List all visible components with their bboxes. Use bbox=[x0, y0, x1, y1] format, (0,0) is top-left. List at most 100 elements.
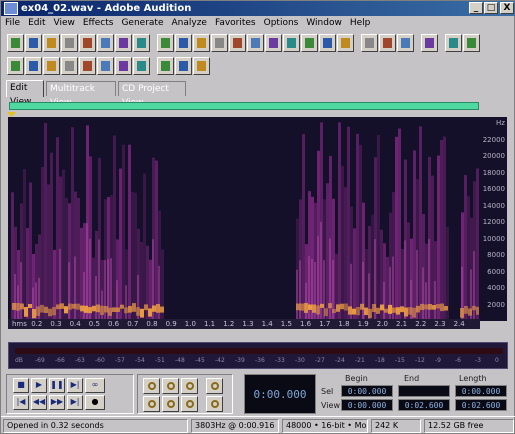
menu-generate[interactable]: Generate bbox=[117, 16, 167, 30]
paste-button[interactable] bbox=[229, 34, 246, 52]
time-ruler[interactable]: hms 0.2 0.3 0.4 0.5 0.6 0.7 0.8 0.9 1.0 1.1 1.2 1.3 1… bbox=[8, 319, 480, 329]
fade-icon bbox=[101, 61, 110, 71]
zoom-out-vertical-button[interactable] bbox=[181, 396, 198, 412]
maximize-button[interactable]: □ bbox=[484, 2, 498, 14]
view-begin-field[interactable]: 0:00.000 bbox=[341, 399, 393, 411]
repeat-button[interactable] bbox=[43, 57, 60, 75]
zoom-to-right-button[interactable] bbox=[206, 396, 223, 412]
overview-bar[interactable] bbox=[9, 102, 479, 110]
zoom-to-left-button[interactable] bbox=[206, 378, 223, 394]
trim-button[interactable] bbox=[283, 34, 300, 52]
time-tick-label: 0.8 bbox=[146, 320, 158, 328]
zoom-controls bbox=[137, 374, 233, 414]
marquee-button[interactable] bbox=[463, 34, 480, 52]
open-append-button[interactable] bbox=[79, 34, 96, 52]
sel-length-field[interactable]: 0:00.000 bbox=[455, 385, 507, 397]
metronome-button[interactable] bbox=[379, 34, 396, 52]
fast-forward-button[interactable]: ▶▶ bbox=[49, 395, 65, 410]
meter-tick-label: -66 bbox=[55, 357, 65, 364]
list-button[interactable] bbox=[397, 34, 414, 52]
transport-controls: ■ ▶ ❚❚ ▶| ∞ |◀ ◀◀ ▶▶ ▶| ● bbox=[6, 374, 134, 414]
cut-button[interactable] bbox=[193, 34, 210, 52]
stop-button[interactable]: ■ bbox=[13, 378, 29, 393]
menu-view[interactable]: View bbox=[50, 16, 79, 30]
minimize-button[interactable]: _ bbox=[469, 2, 483, 14]
amplify-button[interactable] bbox=[61, 57, 78, 75]
time-tick-label: 2.1 bbox=[396, 320, 408, 328]
spectral-button[interactable] bbox=[319, 34, 336, 52]
waveform-button[interactable] bbox=[337, 34, 354, 52]
zoom-to-selection-button[interactable] bbox=[143, 396, 160, 412]
tab-edit-view[interactable]: Edit View bbox=[6, 80, 44, 107]
pause-button[interactable]: ❚❚ bbox=[49, 378, 65, 393]
tab-multitrack-view[interactable]: Multitrack View bbox=[46, 81, 116, 108]
multitrack-button[interactable] bbox=[25, 34, 42, 52]
go-to-end-button[interactable]: ▶| bbox=[67, 395, 83, 410]
undo-button[interactable] bbox=[157, 34, 174, 52]
save-button[interactable] bbox=[97, 34, 114, 52]
fade-button[interactable] bbox=[97, 57, 114, 75]
sel-end-field[interactable] bbox=[398, 385, 450, 397]
script-icon bbox=[29, 61, 38, 71]
time-tick-label: 1.8 bbox=[338, 320, 350, 328]
help-button[interactable] bbox=[193, 57, 210, 75]
metronome-icon bbox=[383, 38, 392, 48]
menu-options[interactable]: Options bbox=[260, 16, 303, 30]
meter-tick-label: -21 bbox=[355, 357, 365, 364]
redo-button[interactable] bbox=[175, 34, 192, 52]
zero-cross-button[interactable] bbox=[301, 34, 318, 52]
open-icon bbox=[65, 38, 74, 48]
menu-help[interactable]: Help bbox=[346, 16, 375, 30]
menu-effects[interactable]: Effects bbox=[79, 16, 118, 30]
title-bar[interactable]: ex04_02.wav - Adobe Audition _ □ X bbox=[1, 1, 515, 16]
compress-button[interactable] bbox=[115, 57, 132, 75]
zoom-in-horizontal-button[interactable] bbox=[143, 378, 160, 394]
normalize-button[interactable] bbox=[79, 57, 96, 75]
zoom-in-vertical-button[interactable] bbox=[162, 396, 179, 412]
begin-header: Begin bbox=[345, 374, 368, 383]
copy-button[interactable] bbox=[211, 34, 228, 52]
view-length-field[interactable]: 0:02.600 bbox=[455, 399, 507, 411]
meter-tick-label: -42 bbox=[215, 357, 225, 364]
save-all-button[interactable] bbox=[115, 34, 132, 52]
spectrogram-display[interactable] bbox=[8, 117, 480, 321]
noise-button[interactable] bbox=[175, 57, 192, 75]
cd-button[interactable] bbox=[43, 34, 60, 52]
sel-begin-field[interactable]: 0:00.000 bbox=[341, 385, 393, 397]
view-end-field[interactable]: 0:02.600 bbox=[398, 399, 450, 411]
paste-new-button[interactable] bbox=[247, 34, 264, 52]
play-button[interactable]: ▶ bbox=[31, 378, 47, 393]
freq-tick-label: 12000 bbox=[482, 218, 505, 226]
rewind-button[interactable]: ◀◀ bbox=[31, 395, 47, 410]
eq-button[interactable] bbox=[133, 57, 150, 75]
batch-button[interactable] bbox=[7, 57, 24, 75]
go-to-start-button[interactable]: |◀ bbox=[13, 395, 29, 410]
menu-edit[interactable]: Edit bbox=[24, 16, 49, 30]
close-button[interactable] bbox=[133, 34, 150, 52]
script-button[interactable] bbox=[25, 57, 42, 75]
zoom-full-button[interactable] bbox=[181, 378, 198, 394]
loop-button[interactable]: ∞ bbox=[85, 378, 105, 393]
selection-view-panel: Begin End Length Sel View 0:00.000 0:00.… bbox=[319, 374, 511, 414]
record-button[interactable]: ● bbox=[85, 395, 105, 410]
app-icon[interactable] bbox=[4, 2, 18, 15]
zoom-out-horizontal-button[interactable] bbox=[162, 378, 179, 394]
compress-icon bbox=[119, 61, 128, 71]
close-button[interactable]: X bbox=[500, 2, 514, 14]
menu-window[interactable]: Window bbox=[302, 16, 346, 30]
time-select-button[interactable] bbox=[445, 34, 462, 52]
menu-favorites[interactable]: Favorites bbox=[211, 16, 260, 30]
reverb-button[interactable] bbox=[157, 57, 174, 75]
meter-tick-label: -36 bbox=[255, 357, 265, 364]
tab-cd-project-view[interactable]: CD Project View bbox=[118, 81, 186, 108]
play-to-end-button[interactable]: ▶| bbox=[67, 378, 83, 393]
app-window: ex04_02.wav - Adobe Audition _ □ X File E… bbox=[0, 0, 515, 434]
toolbar-row-2 bbox=[7, 57, 267, 78]
open-button[interactable] bbox=[61, 34, 78, 52]
new-session-button[interactable] bbox=[7, 34, 24, 52]
marker-button[interactable] bbox=[421, 34, 438, 52]
menu-file[interactable]: File bbox=[1, 16, 24, 30]
menu-analyze[interactable]: Analyze bbox=[168, 16, 211, 30]
envelope-button[interactable] bbox=[361, 34, 378, 52]
mix-paste-button[interactable] bbox=[265, 34, 282, 52]
